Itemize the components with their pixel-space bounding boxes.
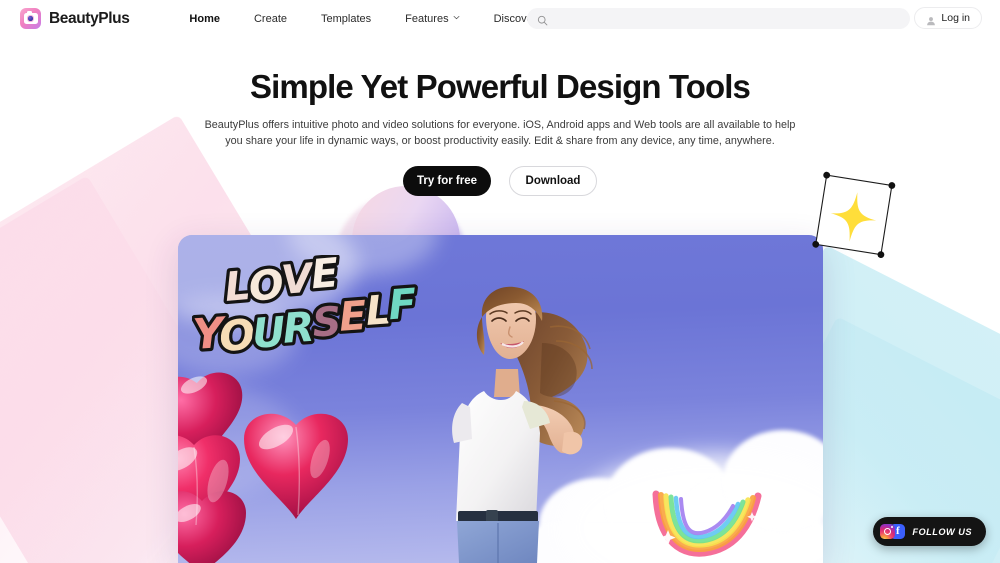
nav-item-create[interactable]: Create	[237, 13, 304, 25]
rainbow-swoosh-sticker	[648, 490, 783, 563]
brand-name: BeautyPlus	[49, 9, 130, 27]
follow-us-label: FOLLOW US	[912, 526, 972, 537]
heart-balloons	[178, 363, 408, 563]
login-label: Log in	[941, 12, 970, 24]
download-button[interactable]: Download	[509, 166, 597, 196]
nav-item-templates[interactable]: Templates	[304, 13, 388, 25]
social-icons: f	[880, 524, 906, 539]
hero-photo-subject	[424, 283, 614, 563]
site-header: BeautyPlus Home Create Templates Feature…	[0, 0, 1000, 37]
user-icon	[926, 13, 936, 26]
main-navigation: Home Create Templates Features Discover	[172, 13, 564, 25]
sparkle-star-sticker	[806, 170, 902, 270]
login-button[interactable]: Log in	[914, 7, 982, 29]
nav-label: Templates	[321, 12, 372, 25]
svg-text:F: F	[387, 279, 418, 329]
chevron-down-icon	[453, 14, 460, 21]
nav-label: Home	[189, 12, 220, 25]
page-root: BeautyPlus Home Create Templates Feature…	[0, 0, 1000, 563]
instagram-icon	[880, 524, 896, 539]
svg-text:E: E	[338, 293, 368, 341]
follow-us-badge[interactable]: f FOLLOW US	[873, 517, 986, 546]
hero-subtitle: BeautyPlus offers intuitive photo and vi…	[204, 119, 796, 147]
search-icon	[537, 13, 548, 26]
search-input[interactable]	[555, 9, 885, 28]
nav-item-home[interactable]: Home	[172, 13, 237, 25]
nav-label: Create	[253, 12, 288, 25]
search-bar[interactable]	[527, 8, 910, 29]
brand-logo-link[interactable]: BeautyPlus	[20, 8, 130, 29]
wordart-love-yourself: .wa { font-family:"DejaVu Sans", sans-se…	[188, 247, 452, 367]
camera-icon	[20, 8, 41, 29]
nav-item-features[interactable]: Features	[388, 13, 476, 25]
page-title: Simple Yet Powerful Design Tools	[250, 68, 751, 105]
hero-image-card: .wa { font-family:"DejaVu Sans", sans-se…	[178, 235, 823, 563]
nav-label: Features	[405, 12, 449, 25]
svg-text:E: E	[309, 255, 340, 298]
try-for-free-button[interactable]: Try for free	[403, 166, 491, 196]
